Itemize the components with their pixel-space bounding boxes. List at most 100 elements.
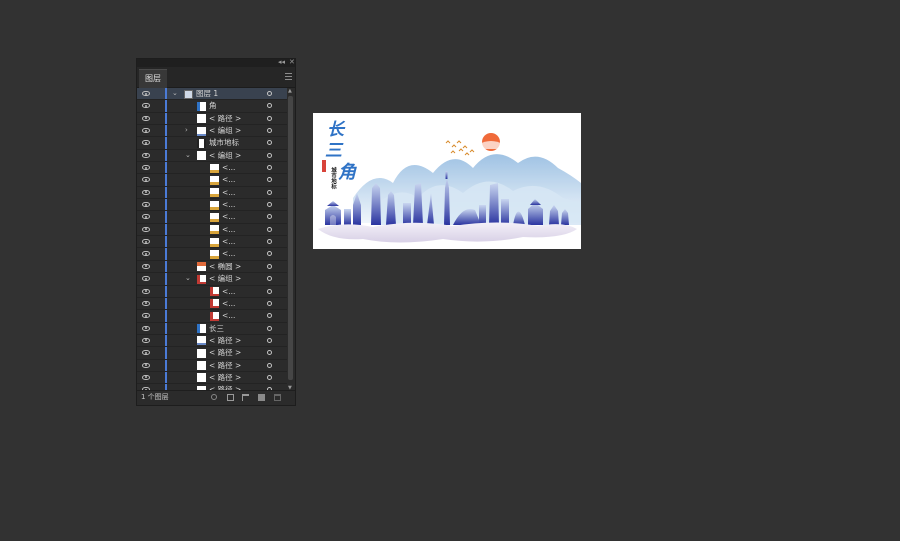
visibility-eye-icon[interactable] xyxy=(142,165,150,171)
layer-row[interactable]: <... xyxy=(137,174,287,187)
visibility-eye-icon[interactable] xyxy=(142,103,150,109)
expand-toggle-icon[interactable]: › xyxy=(185,125,188,136)
expand-toggle-icon[interactable]: ⌄ xyxy=(185,273,191,284)
make-clipping-mask-icon[interactable] xyxy=(227,394,234,401)
layer-row[interactable]: <... xyxy=(137,310,287,323)
target-circle-icon[interactable] xyxy=(267,226,272,232)
layer-row[interactable]: < 椭圆 > xyxy=(137,260,287,274)
visibility-eye-icon[interactable] xyxy=(142,374,150,380)
layer-color-bar xyxy=(165,223,167,236)
layer-row[interactable]: <... xyxy=(137,297,287,311)
layer-thumbnail xyxy=(197,114,206,124)
visibility-eye-icon[interactable] xyxy=(142,251,150,257)
artboard[interactable]: 长 三 角 城市地标 xyxy=(313,113,581,249)
target-circle-icon[interactable] xyxy=(267,189,272,195)
target-circle-icon[interactable] xyxy=(267,313,272,319)
visibility-eye-icon[interactable] xyxy=(142,239,150,245)
target-circle-icon[interactable] xyxy=(267,251,272,257)
layer-color-bar xyxy=(165,125,167,137)
target-circle-icon[interactable] xyxy=(267,202,272,208)
layer-thumbnail xyxy=(210,188,219,198)
title-char-1: 长 xyxy=(327,120,346,140)
visibility-eye-icon[interactable] xyxy=(142,300,150,306)
visibility-eye-icon[interactable] xyxy=(142,189,150,195)
layer-row[interactable]: ⌄ < 编组 > xyxy=(137,149,287,163)
layer-row[interactable]: < 路径 > xyxy=(137,112,287,126)
visibility-eye-icon[interactable] xyxy=(142,276,150,282)
layer-row[interactable]: ⌄ < 编组 > xyxy=(137,273,287,286)
target-circle-icon[interactable] xyxy=(267,91,272,96)
layer-row[interactable]: <... xyxy=(137,285,287,298)
target-circle-icon[interactable] xyxy=(267,214,272,220)
target-circle-icon[interactable] xyxy=(267,103,272,109)
target-circle-icon[interactable] xyxy=(267,263,272,269)
layer-name: <... xyxy=(222,311,236,321)
target-circle-icon[interactable] xyxy=(267,239,272,245)
scroll-up-icon[interactable]: ▲ xyxy=(288,88,292,94)
visibility-eye-icon[interactable] xyxy=(142,177,150,183)
target-circle-icon[interactable] xyxy=(267,177,272,183)
tab-layers[interactable]: 图层 xyxy=(139,69,167,88)
layer-row[interactable]: <... xyxy=(137,248,287,261)
panel-menu-icon[interactable] xyxy=(285,73,292,80)
layer-thumbnail xyxy=(197,361,206,371)
visibility-eye-icon[interactable] xyxy=(142,128,150,134)
layers-scrollbar[interactable]: ▲ ▼ xyxy=(287,88,294,391)
visibility-eye-icon[interactable] xyxy=(142,91,150,96)
layer-row[interactable]: < 路径 > xyxy=(137,347,287,360)
layer-row[interactable]: < 路径 > xyxy=(137,359,287,372)
visibility-eye-icon[interactable] xyxy=(142,362,150,368)
target-circle-icon[interactable] xyxy=(267,152,272,158)
target-circle-icon[interactable] xyxy=(267,128,272,134)
layer-row[interactable]: › < 编组 > xyxy=(137,125,287,138)
target-circle-icon[interactable] xyxy=(267,276,272,282)
layer-row[interactable]: 角 xyxy=(137,100,287,113)
target-circle-icon[interactable] xyxy=(267,115,272,121)
layer-row[interactable]: 城市地标 xyxy=(137,137,287,150)
create-sublayer-icon[interactable] xyxy=(242,394,249,401)
layer-row[interactable]: < 路径 > xyxy=(137,371,287,385)
target-circle-icon[interactable] xyxy=(267,288,272,294)
target-circle-icon[interactable] xyxy=(267,374,272,380)
target-circle-icon[interactable] xyxy=(267,337,272,343)
layer-row[interactable]: <... xyxy=(137,162,287,175)
visibility-eye-icon[interactable] xyxy=(142,226,150,232)
visibility-eye-icon[interactable] xyxy=(142,140,150,146)
visibility-eye-icon[interactable] xyxy=(142,325,150,331)
visibility-eye-icon[interactable] xyxy=(142,350,150,356)
visibility-eye-icon[interactable] xyxy=(142,337,150,343)
layer-row[interactable]: 长三 xyxy=(137,322,287,335)
layer-row[interactable]: <... xyxy=(137,236,287,249)
target-circle-icon[interactable] xyxy=(267,140,272,146)
visibility-eye-icon[interactable] xyxy=(142,313,150,319)
close-icon[interactable]: ✕ xyxy=(289,58,295,67)
artboard-artwork: 长 三 角 城市地标 xyxy=(318,120,581,243)
layer-row[interactable]: <... xyxy=(137,211,287,224)
visibility-eye-icon[interactable] xyxy=(142,115,150,121)
scrollbar-thumb[interactable] xyxy=(288,96,293,380)
expand-toggle-icon[interactable]: ⌄ xyxy=(172,88,178,99)
visibility-eye-icon[interactable] xyxy=(142,288,150,294)
target-circle-icon[interactable] xyxy=(267,325,272,331)
layer-row[interactable]: <... xyxy=(137,186,287,200)
visibility-eye-icon[interactable] xyxy=(142,202,150,208)
locate-object-icon[interactable] xyxy=(211,394,217,400)
target-circle-icon[interactable] xyxy=(267,165,272,171)
layer-row[interactable]: < 路径 > xyxy=(137,334,287,348)
visibility-eye-icon[interactable] xyxy=(142,214,150,220)
layer-name: 长三 xyxy=(209,323,224,333)
layer-row[interactable]: ⌄ 图层 1 xyxy=(137,88,287,101)
target-circle-icon[interactable] xyxy=(267,300,272,306)
visibility-eye-icon[interactable] xyxy=(142,263,150,269)
new-layer-icon[interactable] xyxy=(258,394,265,401)
target-circle-icon[interactable] xyxy=(267,362,272,368)
visibility-eye-icon[interactable] xyxy=(142,152,150,158)
target-circle-icon[interactable] xyxy=(267,350,272,356)
panel-title-bar[interactable]: ◂◂ ✕ xyxy=(137,58,295,67)
cloud-base xyxy=(318,222,577,243)
expand-toggle-icon[interactable]: ⌄ xyxy=(185,150,191,161)
collapse-icon[interactable]: ◂◂ xyxy=(278,58,285,67)
delete-layer-icon[interactable] xyxy=(274,394,281,401)
layer-row[interactable]: <... xyxy=(137,199,287,212)
layer-row[interactable]: <... xyxy=(137,223,287,237)
